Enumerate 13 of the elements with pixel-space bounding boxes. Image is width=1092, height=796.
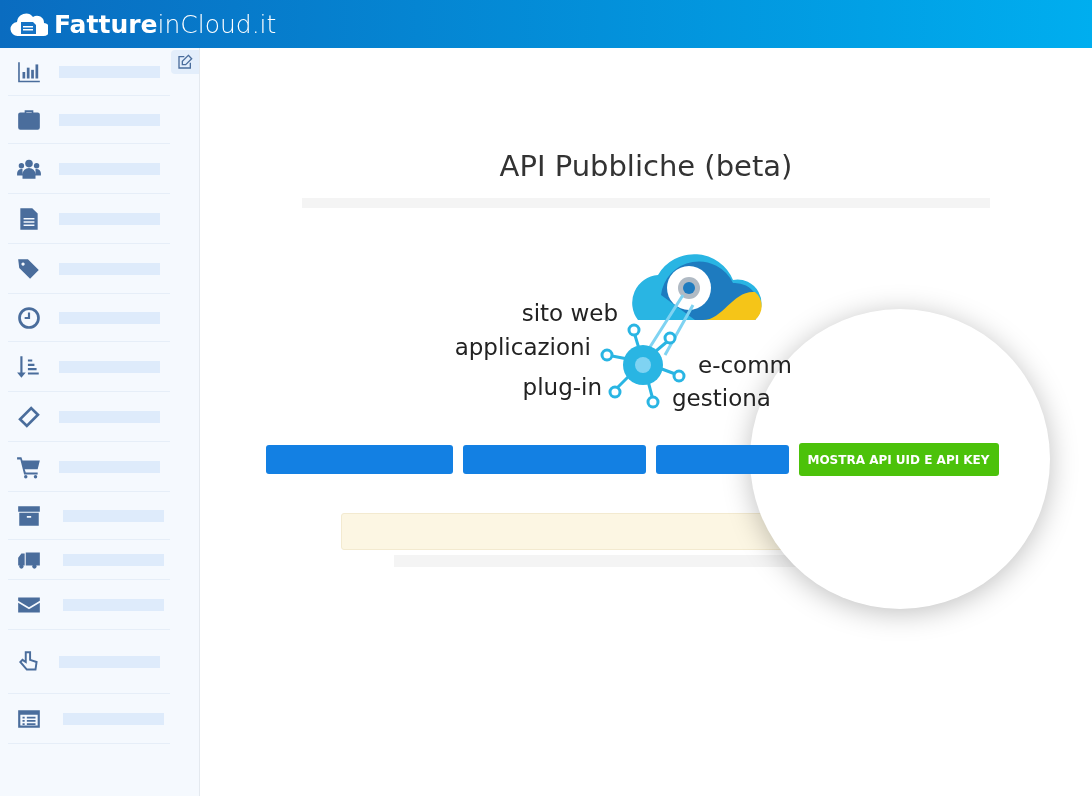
page-title: API Pubbliche (beta) — [499, 148, 793, 184]
brand-logo-text[interactable]: FattureinCloud.it — [54, 11, 277, 37]
diagram-label: e-comm — [698, 354, 792, 377]
ticket-icon — [16, 403, 42, 430]
diagram-label: sito web — [521, 302, 618, 325]
edit-icon — [177, 54, 193, 70]
diagram-label: plug-in — [522, 376, 602, 399]
edit-button[interactable] — [171, 50, 199, 74]
diagram-label: gestiona — [672, 387, 771, 410]
diagram-label: applicazioni — [454, 336, 591, 359]
clock-icon — [16, 304, 42, 331]
cloud-document-icon — [10, 11, 48, 37]
sort-list-icon — [16, 353, 42, 380]
